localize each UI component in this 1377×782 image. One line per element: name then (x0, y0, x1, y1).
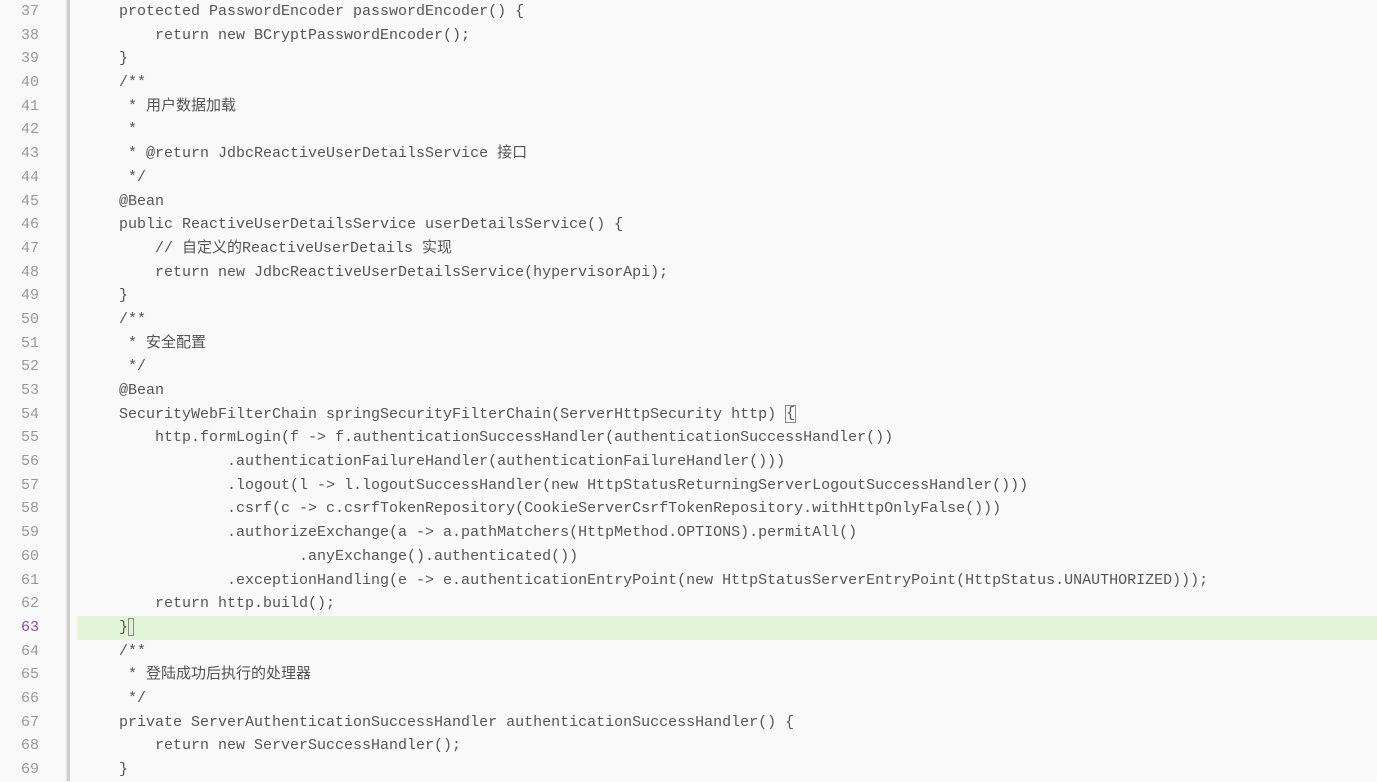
line-number[interactable]: 54 (0, 403, 39, 427)
line-number[interactable]: 50 (0, 308, 39, 332)
line-number[interactable]: 55 (0, 426, 39, 450)
code-line[interactable]: */ (77, 687, 1377, 711)
code-line[interactable]: private ServerAuthenticationSuccessHandl… (77, 711, 1377, 735)
bracket-match-box (128, 618, 134, 636)
code-line[interactable]: .authenticationFailureHandler(authentica… (77, 450, 1377, 474)
code-line[interactable]: return new ServerSuccessHandler(); (77, 734, 1377, 758)
line-number-gutter[interactable]: 3738394041424344454647484950515253545556… (0, 0, 52, 781)
line-number[interactable]: 43 (0, 142, 39, 166)
code-line[interactable]: http.formLogin(f -> f.authenticationSucc… (77, 426, 1377, 450)
line-number[interactable]: 47 (0, 237, 39, 261)
line-number[interactable]: 67 (0, 711, 39, 735)
line-number[interactable]: 46 (0, 213, 39, 237)
code-line[interactable]: protected PasswordEncoder passwordEncode… (77, 0, 1377, 24)
code-line[interactable]: /** (77, 640, 1377, 664)
code-line[interactable]: .logout(l -> l.logoutSuccessHandler(new … (77, 474, 1377, 498)
code-line[interactable]: // 自定义的ReactiveUserDetails 实现 (77, 237, 1377, 261)
line-number[interactable]: 59 (0, 521, 39, 545)
line-number[interactable]: 57 (0, 474, 39, 498)
line-number[interactable]: 63 (0, 616, 39, 640)
code-line[interactable]: public ReactiveUserDetailsService userDe… (77, 213, 1377, 237)
code-line[interactable]: .anyExchange().authenticated()) (77, 545, 1377, 569)
fold-column[interactable] (52, 0, 67, 781)
code-line[interactable]: */ (77, 166, 1377, 190)
code-line[interactable]: return http.build(); (77, 592, 1377, 616)
code-editor[interactable]: 3738394041424344454647484950515253545556… (0, 0, 1377, 781)
line-number[interactable]: 40 (0, 71, 39, 95)
line-number[interactable]: 38 (0, 24, 39, 48)
code-line[interactable]: } (77, 47, 1377, 71)
code-line[interactable]: } (77, 616, 1377, 640)
code-line[interactable]: return new JdbcReactiveUserDetailsServic… (77, 261, 1377, 285)
code-line[interactable]: .exceptionHandling(e -> e.authentication… (77, 569, 1377, 593)
code-line[interactable]: SecurityWebFilterChain springSecurityFil… (77, 403, 1377, 427)
line-number[interactable]: 45 (0, 190, 39, 214)
code-line[interactable]: */ (77, 355, 1377, 379)
code-line[interactable]: * 安全配置 (77, 332, 1377, 356)
line-number[interactable]: 37 (0, 0, 39, 24)
code-line[interactable]: } (77, 284, 1377, 308)
line-number[interactable]: 53 (0, 379, 39, 403)
line-number[interactable]: 39 (0, 47, 39, 71)
code-line[interactable]: * @return JdbcReactiveUserDetailsService… (77, 142, 1377, 166)
code-line[interactable]: return new BCryptPasswordEncoder(); (77, 24, 1377, 48)
line-number[interactable]: 44 (0, 166, 39, 190)
code-line[interactable]: * (77, 118, 1377, 142)
line-number[interactable]: 60 (0, 545, 39, 569)
code-line[interactable]: /** (77, 71, 1377, 95)
line-number[interactable]: 58 (0, 497, 39, 521)
line-number[interactable]: 49 (0, 284, 39, 308)
line-number[interactable]: 48 (0, 261, 39, 285)
line-number[interactable]: 52 (0, 355, 39, 379)
line-number[interactable]: 61 (0, 569, 39, 593)
line-number[interactable]: 56 (0, 450, 39, 474)
code-line[interactable]: .csrf(c -> c.csrfTokenRepository(CookieS… (77, 497, 1377, 521)
code-line[interactable]: @Bean (77, 190, 1377, 214)
line-number[interactable]: 42 (0, 118, 39, 142)
code-line[interactable]: * 登陆成功后执行的处理器 (77, 663, 1377, 687)
line-number[interactable]: 68 (0, 734, 39, 758)
indent-guide-margin (67, 0, 77, 781)
code-line[interactable]: } (77, 758, 1377, 782)
line-number[interactable]: 51 (0, 332, 39, 356)
line-number[interactable]: 41 (0, 95, 39, 119)
line-number[interactable]: 65 (0, 663, 39, 687)
code-area[interactable]: protected PasswordEncoder passwordEncode… (77, 0, 1377, 781)
code-line[interactable]: * 用户数据加载 (77, 95, 1377, 119)
line-number[interactable]: 64 (0, 640, 39, 664)
code-line[interactable]: .authorizeExchange(a -> a.pathMatchers(H… (77, 521, 1377, 545)
line-number[interactable]: 69 (0, 758, 39, 782)
line-number[interactable]: 66 (0, 687, 39, 711)
code-line[interactable]: /** (77, 308, 1377, 332)
bracket-match-box: { (785, 405, 796, 423)
line-number[interactable]: 62 (0, 592, 39, 616)
code-line[interactable]: @Bean (77, 379, 1377, 403)
